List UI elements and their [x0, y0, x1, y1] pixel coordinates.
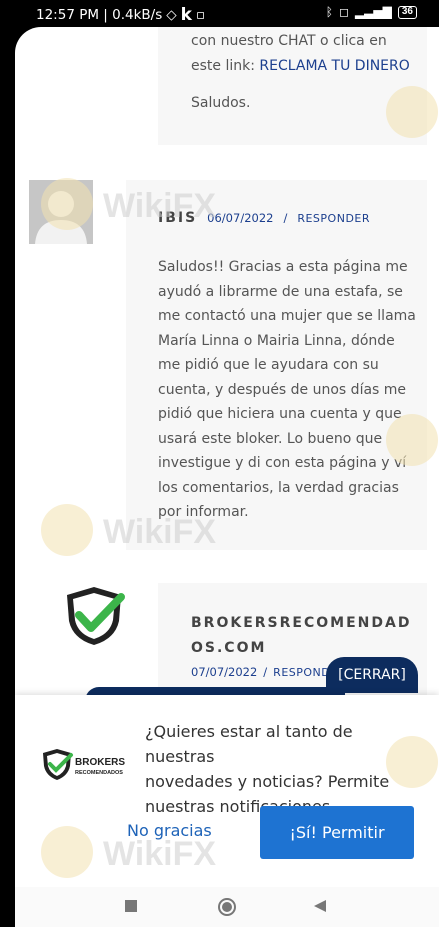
status-time-speed: 12:57 PM | 0.4kB/s — [36, 7, 163, 23]
status-left: 12:57 PM | 0.4kB/s ◇ k ▫ — [36, 5, 205, 25]
comment-line: pidió que hiciera una cuenta y que — [158, 406, 402, 422]
notification-message: ¿Quieres estar al tanto de nuestras nove… — [145, 719, 425, 819]
comment-line: usará este bloker. Lo bueno que — [158, 430, 383, 447]
comment-line: ayudó a librarme de una estafa, se — [158, 283, 403, 300]
comment-top-line1: con nuestro CHAT o clica en — [191, 33, 387, 49]
comment-line: los comentarios, la verdad gracias — [158, 479, 399, 496]
brokers-logo: BROKERS RECOMENDADOS — [41, 747, 131, 783]
reply-link[interactable]: RESPOND — [273, 666, 330, 679]
recents-button[interactable] — [124, 899, 138, 918]
bluetooth-icon: ᛒ — [325, 5, 333, 19]
avatar-ibis — [29, 180, 93, 244]
circle-icon — [218, 898, 236, 916]
comment-ibis-meta: IBIS 06/07/2022 / RESPONDER — [158, 210, 370, 226]
signal-icon: ▂▃▅▇ — [354, 5, 392, 19]
comment-author: BROKERSRECOMENDAD OS.COM — [191, 611, 411, 661]
notification-prompt: BROKERS RECOMENDADOS ¿Quieres estar al t… — [15, 695, 439, 887]
comment-line: cuenta, y después de unos días me — [158, 381, 407, 398]
comment-line: me pidió que le ayudara con su — [158, 357, 379, 373]
comment-author: IBIS — [158, 210, 198, 226]
web-page[interactable]: con nuestro CHAT o clica en este link: R… — [15, 27, 439, 887]
alarm-icon: ◻ — [338, 5, 349, 19]
square-icon — [125, 900, 137, 912]
comment-ibis: IBIS 06/07/2022 / RESPONDER Saludos!! Gr… — [126, 180, 427, 550]
android-nav-bar — [15, 887, 439, 927]
brokers-logo-icon: BROKERS RECOMENDADOS — [43, 749, 125, 780]
reclama-link[interactable]: RECLAMA TU DINERO — [259, 58, 409, 74]
notification-icon: ▫ — [195, 7, 206, 23]
shield-check-icon — [67, 587, 125, 645]
comment-brokers-meta: 07/07/2022 / RESPOND — [191, 665, 330, 679]
no-thanks-button[interactable]: No gracias — [127, 821, 212, 840]
comment-line: me contactó una mujer que se llama — [158, 308, 416, 324]
back-triangle-icon — [314, 900, 326, 912]
notification-line: novedades y noticias? Permite — [145, 772, 390, 791]
location-icon: ◇ — [166, 7, 177, 23]
comment-top-line2: este link: RECLAMA TU DINERO — [191, 54, 410, 79]
battery-icon: 36 — [397, 5, 417, 19]
comment-top-link-prefix: este link: — [191, 57, 260, 74]
logo-sub: RECOMENDADOS — [75, 770, 123, 776]
logo-word: BROKERS — [75, 757, 125, 768]
comment-line: investigue y di con esta página y ví — [158, 455, 407, 471]
author-line1: BROKERSRECOMENDAD — [191, 615, 412, 631]
meta-separator: / — [283, 211, 288, 225]
allow-button[interactable]: ¡Sí! Permitir — [260, 806, 414, 859]
comment-top: con nuestro CHAT o clica en este link: R… — [158, 27, 427, 145]
default-avatar-icon — [29, 180, 93, 244]
cerrar-button[interactable]: [CERRAR] — [326, 657, 418, 693]
back-button[interactable] — [313, 899, 327, 918]
avatar-brokers — [61, 583, 127, 649]
k-app-icon: k — [180, 5, 192, 25]
comment-date[interactable]: 07/07/2022 — [191, 665, 257, 679]
status-right: ᛒ ◻ ▂▃▅▇ 36 — [326, 5, 417, 19]
meta-separator: / — [263, 665, 268, 679]
comment-date[interactable]: 06/07/2022 — [207, 211, 273, 225]
status-bar: 12:57 PM | 0.4kB/s ◇ k ▫ ᛒ ◻ ▂▃▅▇ 36 — [0, 0, 439, 27]
comment-ibis-body: Saludos!! Gracias a esta página me ayudó… — [158, 255, 416, 525]
comment-line: María Linna o Mairia Linna, dónde — [158, 332, 395, 349]
comment-line: Saludos!! Gracias a esta página me — [158, 259, 408, 275]
notification-line: ¿Quieres estar al tanto de nuestras — [145, 722, 353, 766]
home-button[interactable] — [217, 897, 237, 922]
comment-top-sign: Saludos. — [191, 95, 251, 111]
comment-line: por informar. — [158, 504, 249, 520]
reply-link[interactable]: RESPONDER — [297, 212, 370, 225]
comment-top-text: con nuestro CHAT o clica en este link: R… — [191, 29, 410, 116]
